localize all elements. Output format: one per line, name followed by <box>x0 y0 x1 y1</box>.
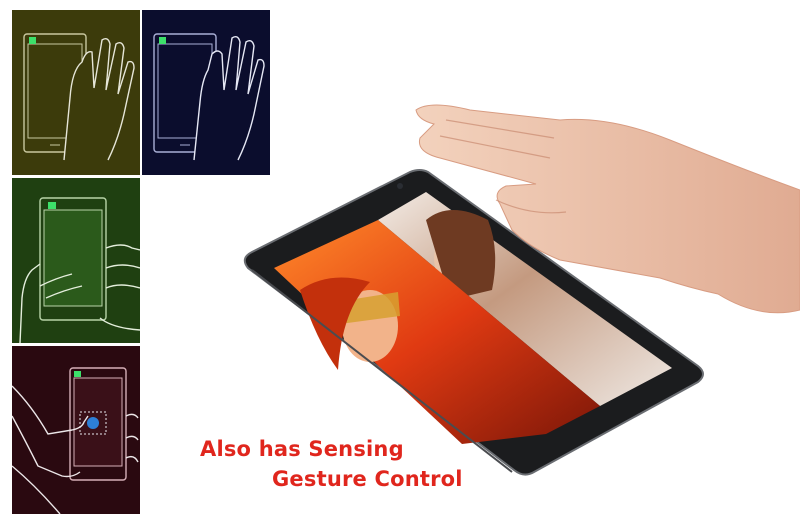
hold-phone-icon <box>19 197 140 343</box>
gesture-panel-hold-green <box>12 178 140 343</box>
gesture-panel-tap-red <box>12 346 140 514</box>
tap-hand-icon <box>12 367 139 514</box>
wave-hand-icon <box>23 33 135 161</box>
gesture-panel-wave-yellow <box>12 10 140 175</box>
caption-line-2: Gesture Control <box>272 467 463 491</box>
caption-line-1: Also has Sensing <box>200 437 404 461</box>
